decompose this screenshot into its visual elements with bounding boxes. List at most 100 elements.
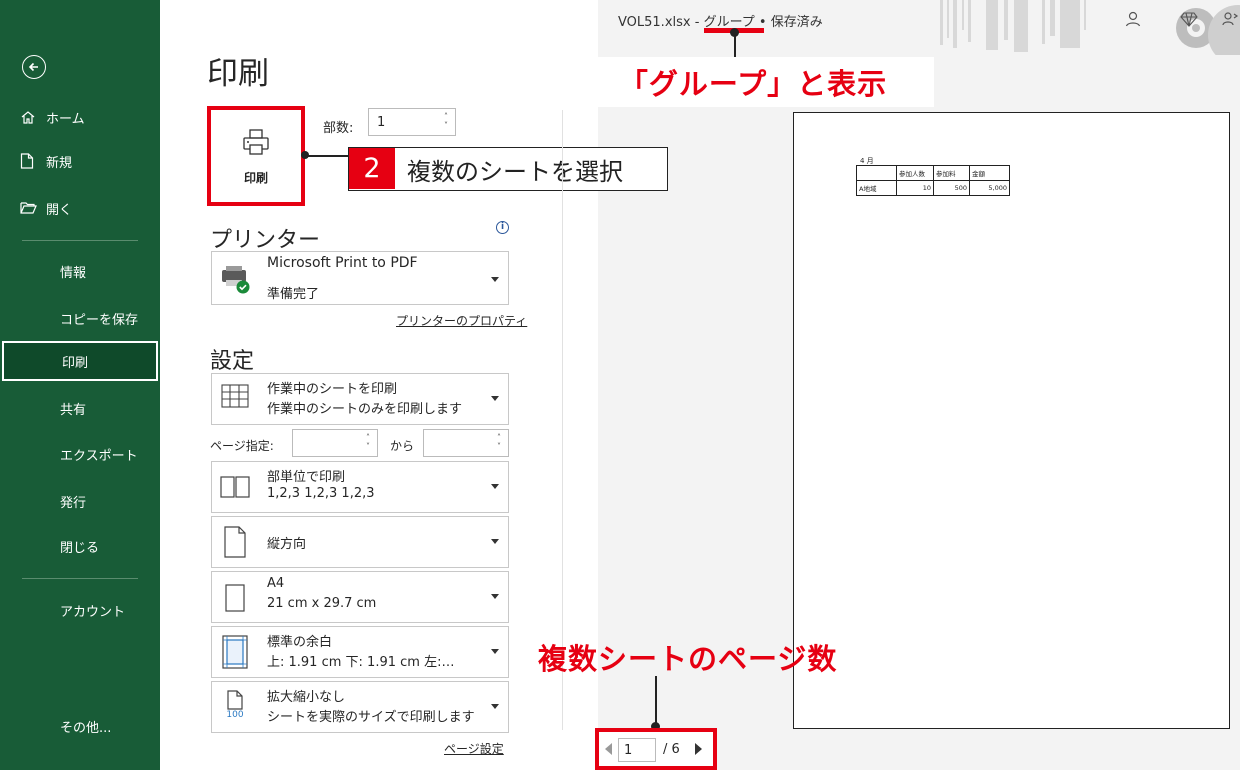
- account-icon[interactable]: [1124, 10, 1142, 32]
- page-setup-link[interactable]: ページ設定: [444, 740, 504, 757]
- sidebar-item-info[interactable]: 情報: [0, 251, 160, 291]
- orientation-title: 縦方向: [267, 537, 307, 552]
- home-icon: [20, 109, 46, 125]
- sidebar-item-label: コピーを保存: [60, 312, 139, 328]
- print-what-dropdown[interactable]: 作業中のシートを印刷 作業中のシートのみを印刷します: [211, 373, 509, 425]
- group-annotation-text: 「グループ」と表示: [618, 67, 888, 101]
- copies-stepper[interactable]: 1 ˄ ˅: [368, 108, 456, 136]
- page-navigator: 1 / 6: [595, 728, 717, 770]
- printer-name: Microsoft Print to PDF: [267, 255, 418, 271]
- print-button[interactable]: 印刷: [207, 106, 305, 206]
- table-cell: 参加料: [933, 165, 970, 181]
- paper-size-icon: [218, 584, 252, 612]
- title-separator: -: [690, 15, 704, 30]
- paper-size-sub: 21 cm x 29.7 cm: [267, 596, 377, 611]
- sidebar-item-account[interactable]: アカウント: [0, 590, 160, 630]
- table-cell: 500: [933, 180, 970, 196]
- spin-arrows-icon[interactable]: ˄ ˅: [494, 433, 504, 451]
- pages-label: ページ指定:: [210, 439, 274, 453]
- sidebar-item-export[interactable]: エクスポート: [0, 434, 160, 474]
- spin-arrows-icon[interactable]: ˄ ˅: [363, 433, 373, 451]
- file-name: VOL51.xlsx: [618, 15, 691, 30]
- sidebar-item-open[interactable]: 開く: [0, 188, 160, 228]
- table-cell: [856, 165, 897, 181]
- sidebar-item-new[interactable]: 新規: [0, 141, 160, 181]
- print-what-title: 作業中のシートを印刷: [267, 382, 398, 397]
- printer-section-title: プリンター: [210, 228, 321, 253]
- sidebar-separator: [22, 578, 138, 579]
- pages-to-input[interactable]: ˄ ˅: [423, 429, 509, 457]
- callout-connector-line: [655, 676, 657, 726]
- sidebar-item-label: 印刷: [62, 355, 89, 371]
- table-cell: 参加人数: [896, 165, 934, 181]
- sidebar-item-close[interactable]: 閉じる: [0, 526, 160, 566]
- margins-sub: 上: 1.91 cm 下: 1.91 cm 左:…: [267, 655, 455, 670]
- scaling-icon: 100: [218, 690, 252, 720]
- sidebar-item-label: 新規: [46, 155, 73, 171]
- sidebar-item-share[interactable]: 共有: [0, 388, 160, 428]
- chevron-down-icon: [491, 649, 499, 654]
- printer-status: 準備完了: [267, 287, 320, 302]
- total-pages: / 6: [663, 742, 680, 757]
- sidebar-item-print[interactable]: 印刷: [2, 341, 158, 381]
- pages-to-label: から: [390, 439, 415, 453]
- sidebar-separator: [22, 240, 138, 241]
- print-preview-page: 4 月 参加人数 参加料 金額 A地域 10 500 5,000: [793, 112, 1230, 729]
- sidebar-item-label: アカウント: [60, 604, 126, 620]
- copies-label: 部数:: [323, 121, 354, 136]
- scaling-icon-text: 100: [226, 710, 244, 720]
- diamond-icon[interactable]: [1180, 10, 1198, 32]
- pages-annotation: 複数シートのページ数: [538, 642, 838, 676]
- paper-size-title: A4: [267, 576, 285, 591]
- sidebar-item-save-copy[interactable]: コピーを保存: [0, 298, 160, 338]
- callout-connector-dot: [301, 151, 309, 159]
- margins-title: 標準の余白: [267, 635, 333, 650]
- open-folder-icon: [20, 201, 46, 215]
- next-page-icon[interactable]: [695, 743, 702, 755]
- orientation-dropdown[interactable]: 縦方向: [211, 516, 509, 568]
- chevron-down-icon: [491, 539, 499, 544]
- sidebar-item-label: エクスポート: [60, 448, 138, 464]
- collate-dropdown[interactable]: 部単位で印刷 1,2,3 1,2,3 1,2,3: [211, 461, 509, 513]
- spin-arrows-icon[interactable]: ˄ ˅: [441, 112, 451, 130]
- sidebar-item-publish[interactable]: 発行: [0, 481, 160, 521]
- sidebar-item-label: 開く: [46, 202, 73, 218]
- chevron-down-icon: [491, 594, 499, 599]
- collate-sub: 1,2,3 1,2,3 1,2,3: [267, 486, 375, 501]
- back-arrow-icon[interactable]: [22, 55, 46, 79]
- backstage-sidebar: ホーム 新規 開く 情報 コピーを保存 印刷 共有 エクスポート 発行 閉じる …: [0, 0, 160, 770]
- printer-properties-link[interactable]: プリンターのプロパティ: [396, 312, 527, 329]
- previous-page-icon[interactable]: [605, 743, 612, 755]
- margins-dropdown[interactable]: 標準の余白 上: 1.91 cm 下: 1.91 cm 左:…: [211, 626, 509, 678]
- chevron-down-icon: [491, 396, 499, 401]
- excel-print-backstage: ホーム 新規 開く 情報 コピーを保存 印刷 共有 エクスポート 発行 閉じる …: [0, 0, 1240, 770]
- callout-connector-line: [734, 36, 736, 58]
- scaling-title: 拡大縮小なし: [267, 690, 346, 705]
- chevron-down-icon: [491, 484, 499, 489]
- sidebar-item-home[interactable]: ホーム: [0, 97, 160, 137]
- scaling-dropdown[interactable]: 100 拡大縮小なし シートを実際のサイズで印刷します: [211, 681, 509, 733]
- step-number: 2: [349, 148, 395, 189]
- sheet-grid-icon: [218, 384, 252, 408]
- chevron-down-icon: [491, 704, 499, 709]
- step-annotation: 2 複数のシートを選択: [348, 147, 668, 191]
- info-icon[interactable]: i: [496, 221, 509, 234]
- table-row: 参加人数 参加料 金額: [856, 165, 1010, 181]
- pages-from-input[interactable]: ˄ ˅: [292, 429, 378, 457]
- step-text: 複数のシートを選択: [407, 157, 623, 186]
- sidebar-item-label: 閉じる: [60, 540, 100, 556]
- paper-size-dropdown[interactable]: A4 21 cm x 29.7 cm: [211, 571, 509, 623]
- printer-dropdown[interactable]: Microsoft Print to PDF 準備完了: [211, 251, 509, 305]
- table-cell: 10: [896, 180, 934, 196]
- table-cell: 5,000: [969, 180, 1010, 196]
- chevron-down-icon: [491, 277, 499, 282]
- sidebar-item-label: その他...: [60, 720, 112, 736]
- portrait-page-icon: [218, 526, 252, 558]
- save-status: 保存済み: [770, 15, 823, 30]
- new-document-icon: [20, 153, 46, 169]
- current-page-input[interactable]: 1: [618, 738, 656, 762]
- share-people-icon[interactable]: [1222, 10, 1240, 32]
- collate-title: 部単位で印刷: [267, 470, 346, 485]
- sidebar-item-more[interactable]: その他...: [0, 706, 160, 746]
- scaling-sub: シートを実際のサイズで印刷します: [267, 710, 475, 725]
